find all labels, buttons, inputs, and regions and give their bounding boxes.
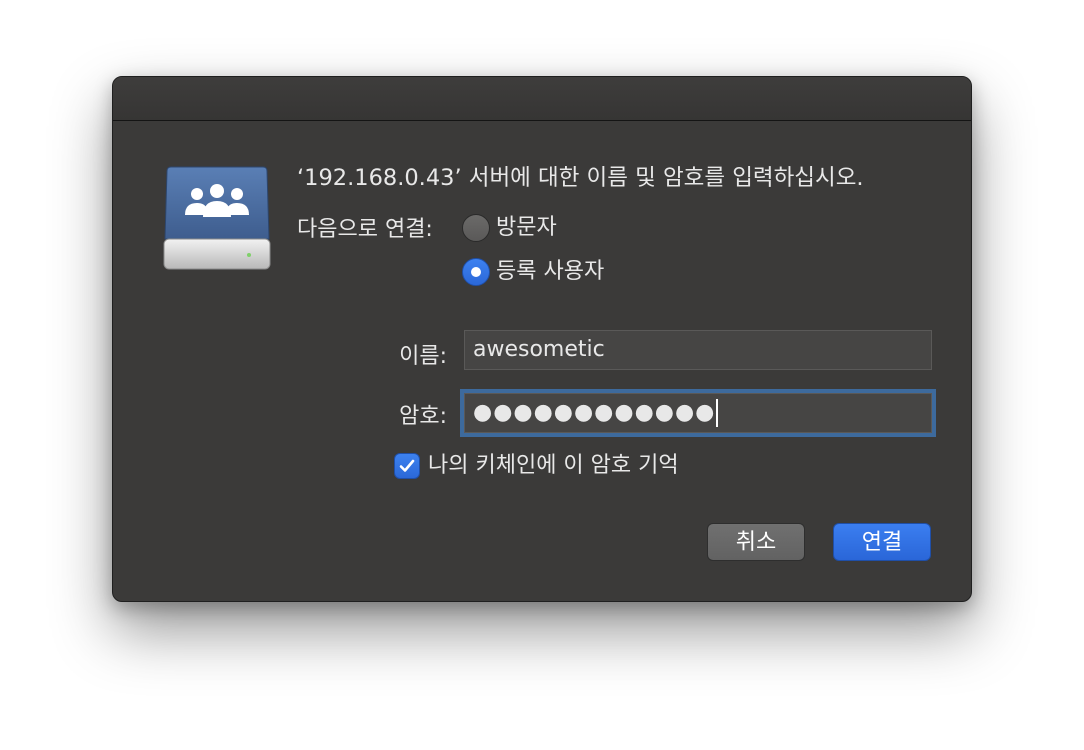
dialog-titlebar bbox=[113, 77, 971, 121]
text-caret bbox=[716, 399, 719, 427]
name-field[interactable]: awesometic bbox=[464, 330, 932, 370]
radio-registered-label: 등록 사용자 bbox=[496, 259, 605, 284]
connect-as-label: 다음으로 연결: bbox=[297, 217, 433, 242]
server-drive-icon bbox=[163, 165, 271, 281]
name-label: 이름: bbox=[399, 344, 447, 369]
connect-button[interactable]: 연결 bbox=[833, 523, 931, 561]
radio-guest[interactable]: 방문자 bbox=[462, 214, 557, 242]
name-value: awesometic bbox=[473, 337, 605, 362]
radio-button-registered[interactable] bbox=[462, 258, 490, 286]
password-label: 암호: bbox=[399, 404, 447, 429]
password-field[interactable]: ●●●●●●●●●●●● bbox=[460, 389, 936, 437]
radio-button-guest[interactable] bbox=[462, 214, 490, 242]
radio-guest-label: 방문자 bbox=[496, 215, 557, 240]
password-value: ●●●●●●●●●●●● bbox=[473, 400, 716, 425]
remember-label: 나의 키체인에 이 암호 기억 bbox=[428, 453, 679, 478]
dialog-prompt: ‘192.168.0.43’ 서버에 대한 이름 및 암호를 입력하십시오. bbox=[297, 165, 864, 191]
remember-checkbox[interactable] bbox=[394, 453, 420, 479]
radio-registered-user[interactable]: 등록 사용자 bbox=[462, 258, 604, 286]
remember-keychain-option[interactable]: 나의 키체인에 이 암호 기억 bbox=[394, 453, 679, 479]
server-login-dialog: ‘192.168.0.43’ 서버에 대한 이름 및 암호를 입력하십시오. 다… bbox=[112, 76, 972, 602]
cancel-button[interactable]: 취소 bbox=[707, 523, 805, 561]
checkmark-icon bbox=[399, 459, 415, 472]
